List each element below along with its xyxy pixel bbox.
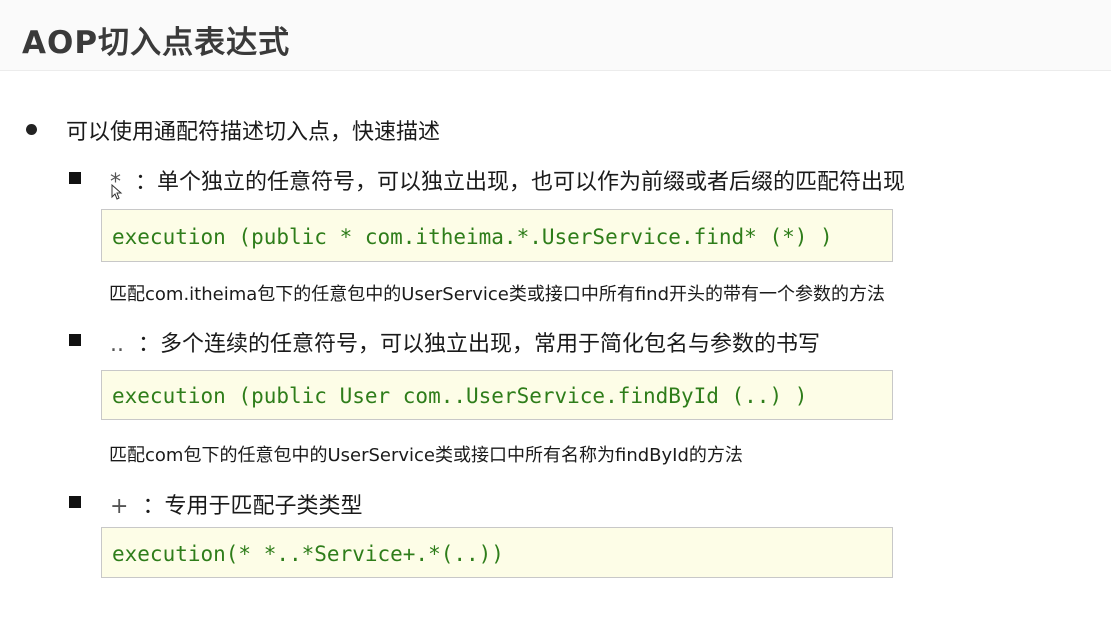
wildcard-dotdot-item: .. ：多个连续的任意符号，可以独立出现，常用于简化包名与参数的书写 [110,326,820,358]
wildcard-star-item: * ：单个独立的任意符号，可以独立出现，也可以作为前缀或者后缀的匹配符出现 [110,164,905,196]
code-expression: execution(* *..*Service+.*(..)) [112,542,504,566]
wildcard-description: ：专用于匹配子类类型 [142,494,363,519]
code-block: execution (public User com..UserService.… [101,370,893,420]
code-explanation: 匹配com包下的任意包中的UserService类或接口中所有名称为findBy… [109,445,743,466]
slide-title: AOP切入点表达式 [22,25,291,61]
main-bullet-text: 可以使用通配符描述切入点，快速描述 [66,120,441,145]
code-expression: execution (public * com.itheima.*.UserSe… [112,225,833,249]
bullet-dot [26,124,37,135]
wildcard-plus-item: + ：专用于匹配子类类型 [110,488,362,520]
code-block: execution (public * com.itheima.*.UserSe… [101,209,893,262]
slide-header: AOP切入点表达式 [0,0,1111,71]
code-expression: execution (public User com..UserService.… [112,384,808,408]
sub-bullet-square [69,496,81,508]
mouse-cursor-icon [111,184,123,200]
code-block: execution(* *..*Service+.*(..)) [101,527,893,578]
sub-bullet-square [69,172,81,184]
wildcard-description: ：单个独立的任意符号，可以独立出现，也可以作为前缀或者后缀的匹配符出现 [135,170,906,195]
code-explanation: 匹配com.itheima包下的任意包中的UserService类或接口中所有f… [109,284,885,305]
sub-bullet-square [69,334,81,346]
wildcard-description: ：多个连续的任意符号，可以独立出现，常用于简化包名与参数的书写 [138,332,821,357]
wildcard-symbol: .. [110,332,124,357]
wildcard-symbol: + [110,494,129,519]
